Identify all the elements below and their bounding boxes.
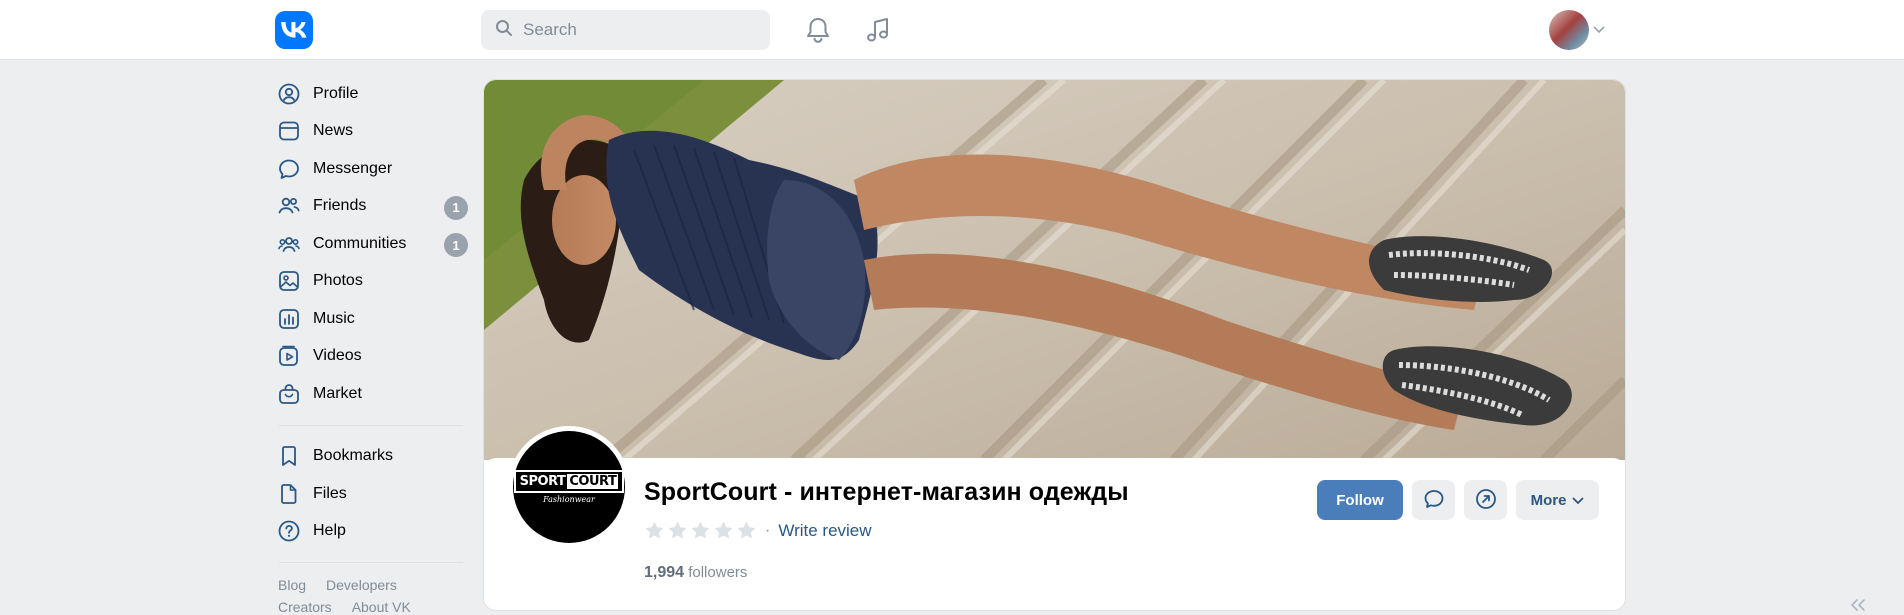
sidebar-item-label: News xyxy=(313,122,354,140)
account-menu[interactable] xyxy=(1549,10,1605,50)
sidebar-item-label: Profile xyxy=(313,84,359,102)
communities-badge: 1 xyxy=(444,233,468,257)
help-icon xyxy=(277,519,301,543)
sidebar-footer-links: Blog Developers xyxy=(278,575,475,595)
star-icon[interactable] xyxy=(736,520,757,541)
share-arrow-icon xyxy=(1475,488,1497,513)
sidebar-item-market[interactable]: Market xyxy=(275,375,475,413)
community-card: SPORT COURT Fashionwear SportCourt - инт… xyxy=(484,80,1625,610)
sidebar-item-friends[interactable]: Friends 1 xyxy=(275,188,475,226)
file-icon xyxy=(277,482,301,506)
community-avatar[interactable]: SPORT COURT Fashionwear xyxy=(508,426,630,548)
search-input[interactable] xyxy=(523,20,753,40)
footer-link-creators[interactable]: Creators xyxy=(278,597,332,615)
followers-number: 1,994 xyxy=(644,564,685,581)
community-info: SPORT COURT Fashionwear SportCourt - инт… xyxy=(484,426,1625,610)
sidebar-item-label: Bookmarks xyxy=(313,447,394,465)
cover-image xyxy=(484,80,1625,460)
sidebar-footer-links: Creators About VK xyxy=(278,597,475,615)
followers-count[interactable]: 1,994 followers xyxy=(644,564,747,582)
chevron-down-icon xyxy=(1572,492,1584,509)
sidebar-item-profile[interactable]: Profile xyxy=(275,75,475,113)
sidebar-divider xyxy=(279,562,463,563)
notifications-bell-icon[interactable] xyxy=(803,15,833,45)
music-icon xyxy=(277,307,301,331)
star-icon[interactable] xyxy=(690,520,711,541)
sidebar-item-label: Messenger xyxy=(313,159,393,177)
followers-label: followers xyxy=(688,564,748,581)
friends-badge: 1 xyxy=(444,195,468,220)
market-icon xyxy=(277,382,301,406)
sidebar-item-label: Videos xyxy=(313,347,362,365)
star-icon[interactable] xyxy=(713,520,734,541)
news-icon xyxy=(277,119,301,143)
sidebar-item-communities[interactable]: Communities 1 xyxy=(275,225,475,263)
footer-link-about[interactable]: About VK xyxy=(352,597,411,615)
more-label: More xyxy=(1530,491,1567,509)
bookmark-icon xyxy=(277,444,301,468)
friends-icon xyxy=(277,194,301,218)
sidebar: Profile News Messenger Friends 1 Communi… xyxy=(275,75,475,615)
chevron-down-icon xyxy=(1593,21,1605,39)
message-icon xyxy=(1423,488,1445,513)
sidebar-item-label: Market xyxy=(313,384,362,402)
logo-script: Fashionwear xyxy=(543,495,595,504)
sidebar-item-news[interactable]: News xyxy=(275,113,475,151)
sidebar-item-label: Music xyxy=(313,309,355,327)
sidebar-item-photos[interactable]: Photos xyxy=(275,263,475,301)
sidebar-divider xyxy=(279,424,463,426)
sidebar-item-label: Files xyxy=(313,484,347,502)
communities-icon xyxy=(277,232,301,256)
rating-row: · Write review xyxy=(644,520,872,541)
logo-word-left: SPORT xyxy=(519,474,566,489)
sidebar-item-files[interactable]: Files xyxy=(275,475,475,513)
sidebar-item-bookmarks[interactable]: Bookmarks xyxy=(275,438,475,476)
sidebar-item-label: Communities xyxy=(313,234,407,252)
follow-button[interactable]: Follow xyxy=(1317,480,1403,520)
music-note-icon[interactable] xyxy=(863,15,893,45)
logo-wordmark: SPORT COURT xyxy=(513,470,625,493)
write-review-link[interactable]: Write review xyxy=(778,521,871,541)
separator-dot: · xyxy=(765,521,771,539)
sidebar-item-label: Friends xyxy=(313,197,367,215)
avatar xyxy=(1549,10,1589,50)
share-button[interactable] xyxy=(1464,480,1507,520)
star-icon[interactable] xyxy=(644,520,665,541)
sidebar-item-help[interactable]: Help xyxy=(275,513,475,551)
sidebar-item-music[interactable]: Music xyxy=(275,300,475,338)
community-actions: Follow More xyxy=(1317,480,1599,520)
sidebar-item-videos[interactable]: Videos xyxy=(275,338,475,376)
search-icon xyxy=(495,19,513,42)
footer-link-blog[interactable]: Blog xyxy=(278,575,306,595)
sidebar-item-label: Help xyxy=(313,522,346,540)
message-button[interactable] xyxy=(1412,480,1455,520)
star-icon[interactable] xyxy=(667,520,688,541)
footer-link-developers[interactable]: Developers xyxy=(326,575,397,595)
video-icon xyxy=(277,344,301,368)
vk-logo[interactable] xyxy=(275,11,313,49)
sidebar-item-label: Photos xyxy=(313,272,363,290)
search-box[interactable] xyxy=(481,10,770,50)
vk-logo-icon xyxy=(281,22,307,38)
logo-word-right: COURT xyxy=(567,474,619,489)
more-button[interactable]: More xyxy=(1516,480,1599,520)
collapse-chevrons-icon[interactable] xyxy=(1849,598,1867,615)
photo-icon xyxy=(277,269,301,293)
sidebar-item-messenger[interactable]: Messenger xyxy=(275,150,475,188)
user-circle-icon xyxy=(277,82,301,106)
community-logo: SPORT COURT Fashionwear xyxy=(513,431,625,543)
top-bar xyxy=(0,0,1904,60)
message-icon xyxy=(277,157,301,181)
page-title: SportCourt - интернет-магазин одежды xyxy=(644,478,1129,506)
